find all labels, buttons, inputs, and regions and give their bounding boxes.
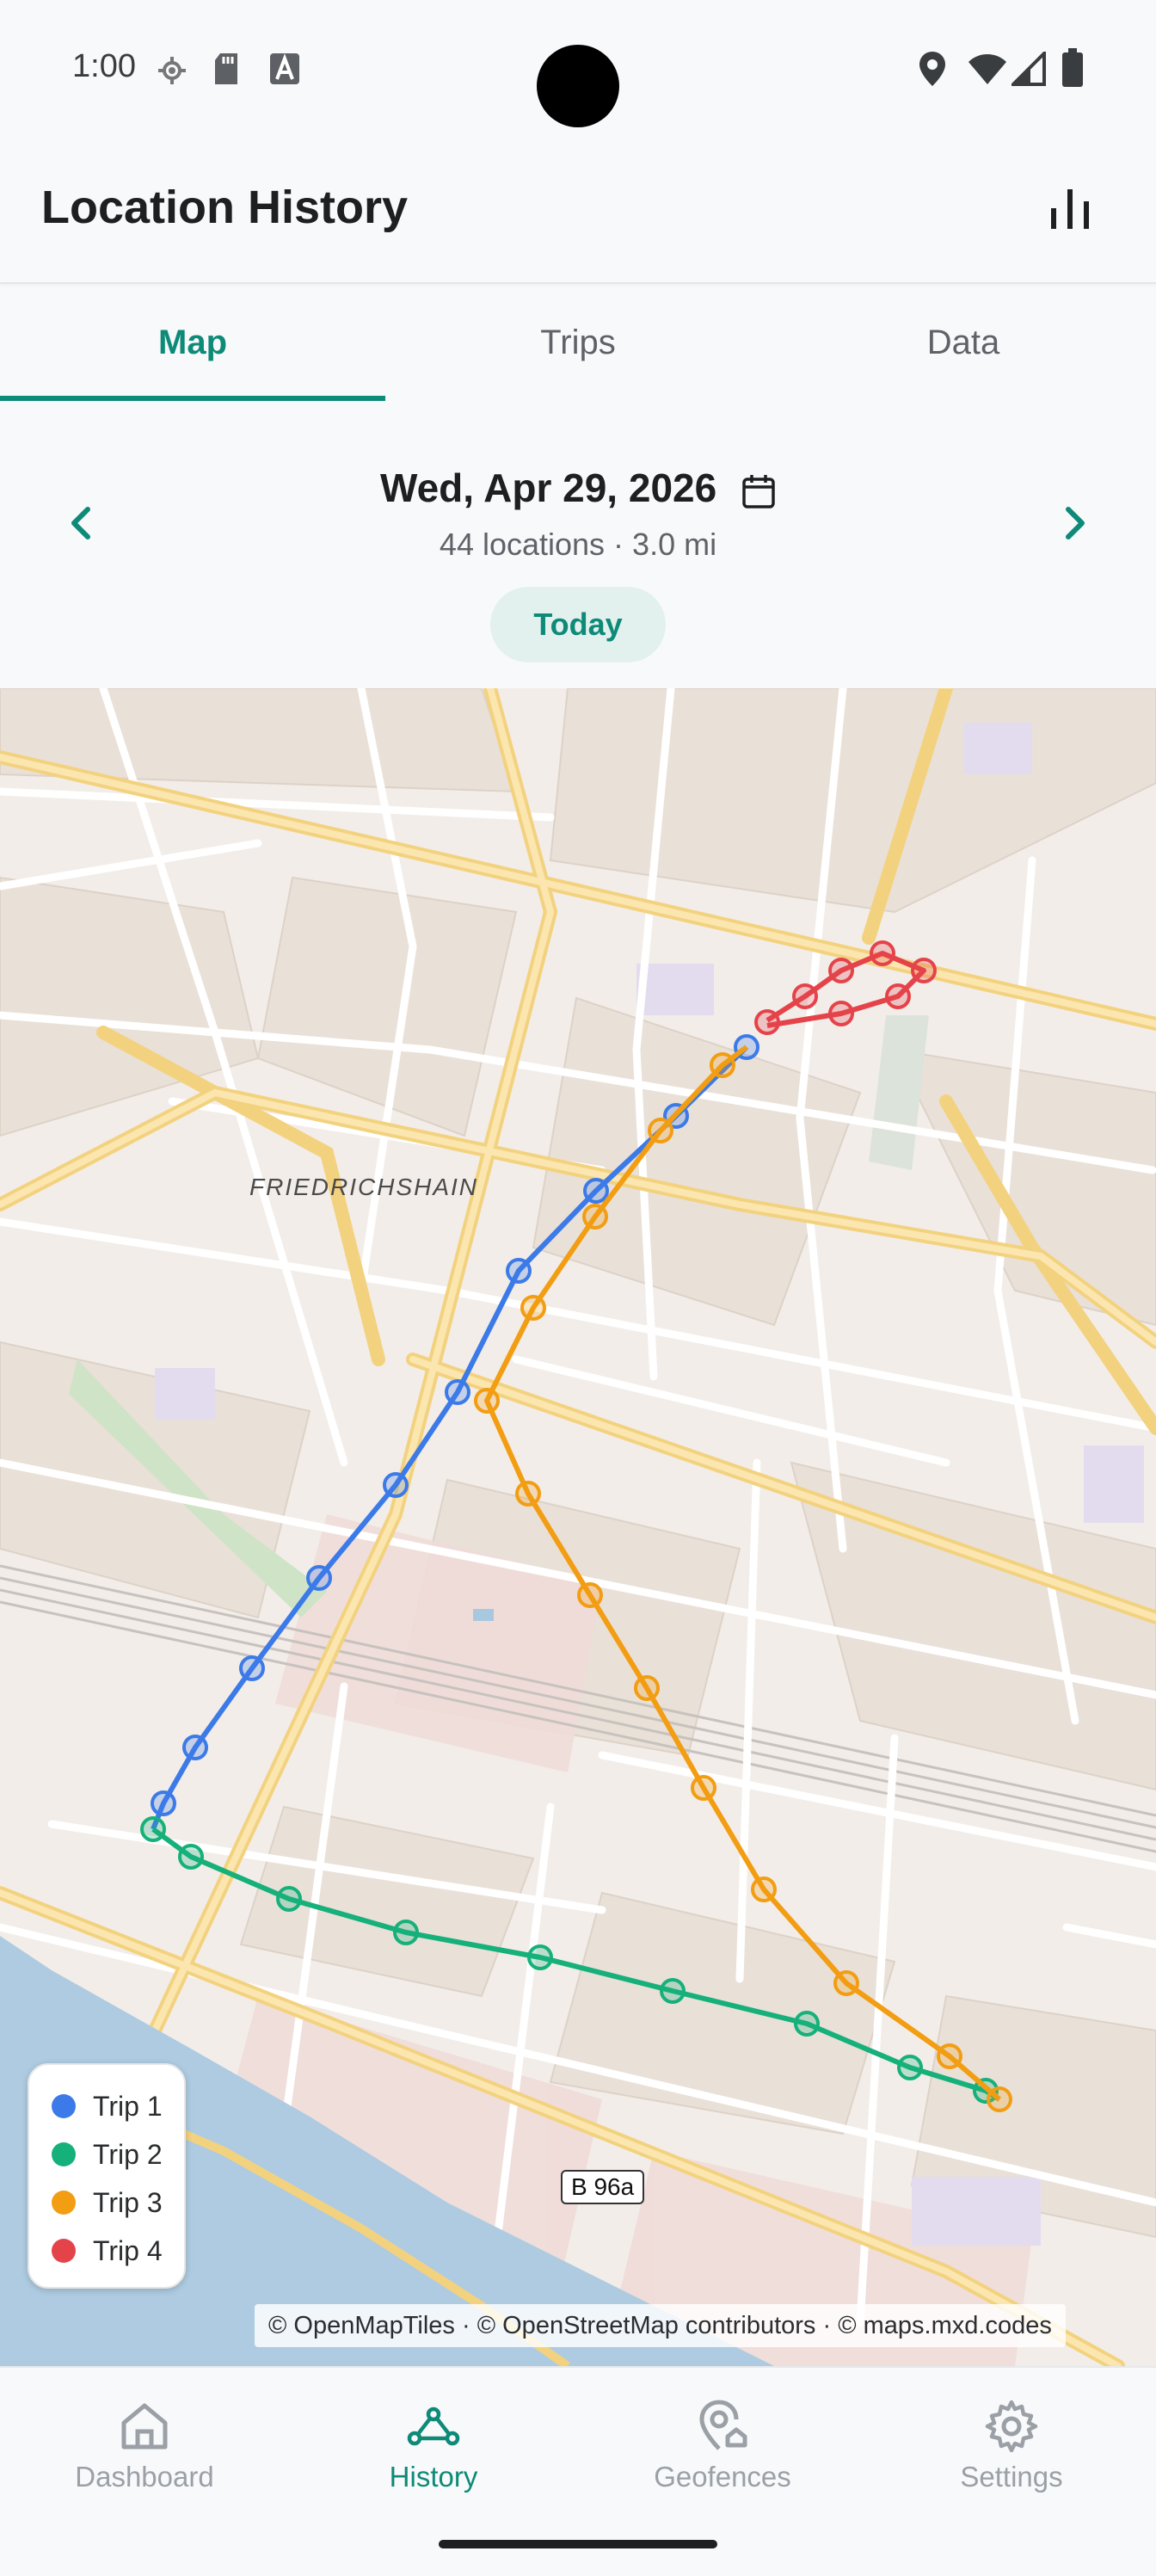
tab-data[interactable]: Data (771, 284, 1156, 401)
gear-icon (985, 2400, 1038, 2453)
map-view[interactable]: FRIEDRICHSHAIN B 96a Trip 1 Trip 2 Trip … (0, 688, 1156, 2366)
date-title[interactable]: Wed, Apr 29, 2026 (0, 465, 1156, 511)
wifi-icon (968, 54, 1006, 84)
tab-label: Trips (540, 323, 616, 361)
legend-item: Trip 3 (52, 2179, 163, 2227)
legend-label: Trip 4 (93, 2234, 163, 2266)
home-icon (121, 2403, 168, 2450)
map-legend: Trip 1 Trip 2 Trip 3 Trip 4 (28, 2063, 186, 2289)
sd-card-icon (215, 53, 237, 84)
legend-label: Trip 1 (93, 2090, 163, 2122)
status-time: 1:00 (72, 48, 136, 84)
road-shield: B 96a (561, 2170, 645, 2204)
nav-label: Dashboard (75, 2461, 214, 2493)
tab-map[interactable]: Map (0, 284, 385, 401)
legend-item: Trip 2 (52, 2130, 163, 2179)
nav-label: History (389, 2461, 478, 2493)
cell-signal-icon (1012, 52, 1046, 86)
tab-label: Data (926, 323, 1000, 361)
font-a-icon (270, 53, 299, 84)
status-bar: 1:00 (0, 0, 1156, 138)
calendar-icon (742, 474, 775, 508)
legend-item: Trip 1 (52, 2082, 163, 2130)
page-title: Location History (41, 182, 409, 233)
home-indicator[interactable] (439, 2540, 717, 2548)
date-label: Wed, Apr 29, 2026 (380, 465, 717, 510)
trip-4-route (754, 940, 937, 1035)
nav-geofences[interactable]: Geofences (578, 2368, 867, 2514)
route-icon (407, 2407, 460, 2446)
camera-cutout (537, 45, 619, 127)
chevron-right-icon[interactable] (1039, 487, 1111, 559)
today-button[interactable]: Today (490, 587, 666, 662)
nav-label: Settings (960, 2461, 1063, 2493)
date-summary: 44 locations · 3.0 mi (439, 527, 717, 562)
legend-dot (52, 2239, 76, 2263)
nav-settings[interactable]: Settings (867, 2368, 1156, 2514)
tab-label: Map (158, 323, 227, 361)
trip-2-route (140, 1816, 1001, 2104)
legend-item: Trip 4 (52, 2227, 163, 2275)
nav-dashboard[interactable]: Dashboard (0, 2368, 289, 2514)
legend-label: Trip 2 (93, 2138, 163, 2170)
battery-icon (1062, 48, 1083, 87)
nav-history[interactable]: History (289, 2368, 578, 2514)
trip-1-route (151, 1034, 759, 1831)
legend-dot (52, 2094, 76, 2118)
map-place-label: FRIEDRICHSHAIN (249, 1174, 479, 1200)
location-target-icon (158, 57, 186, 84)
nav-label: Geofences (654, 2461, 791, 2493)
location-pin-icon (919, 52, 945, 86)
app-bar: Location History (0, 138, 1156, 284)
date-navigator: Wed, Apr 29, 2026 44 locations · 3.0 mi … (0, 401, 1156, 688)
legend-label: Trip 3 (93, 2186, 163, 2218)
tab-bar: Map Trips Data (0, 284, 1156, 401)
map-attribution[interactable]: © OpenMapTiles · © OpenStreetMap contrib… (255, 2304, 1066, 2347)
geofence-icon (699, 2400, 747, 2450)
trip-3-route (474, 1045, 1012, 2112)
bar-chart-icon[interactable] (1042, 182, 1098, 237)
tab-trips[interactable]: Trips (385, 284, 771, 401)
legend-dot (52, 2142, 76, 2166)
legend-dot (52, 2191, 76, 2215)
